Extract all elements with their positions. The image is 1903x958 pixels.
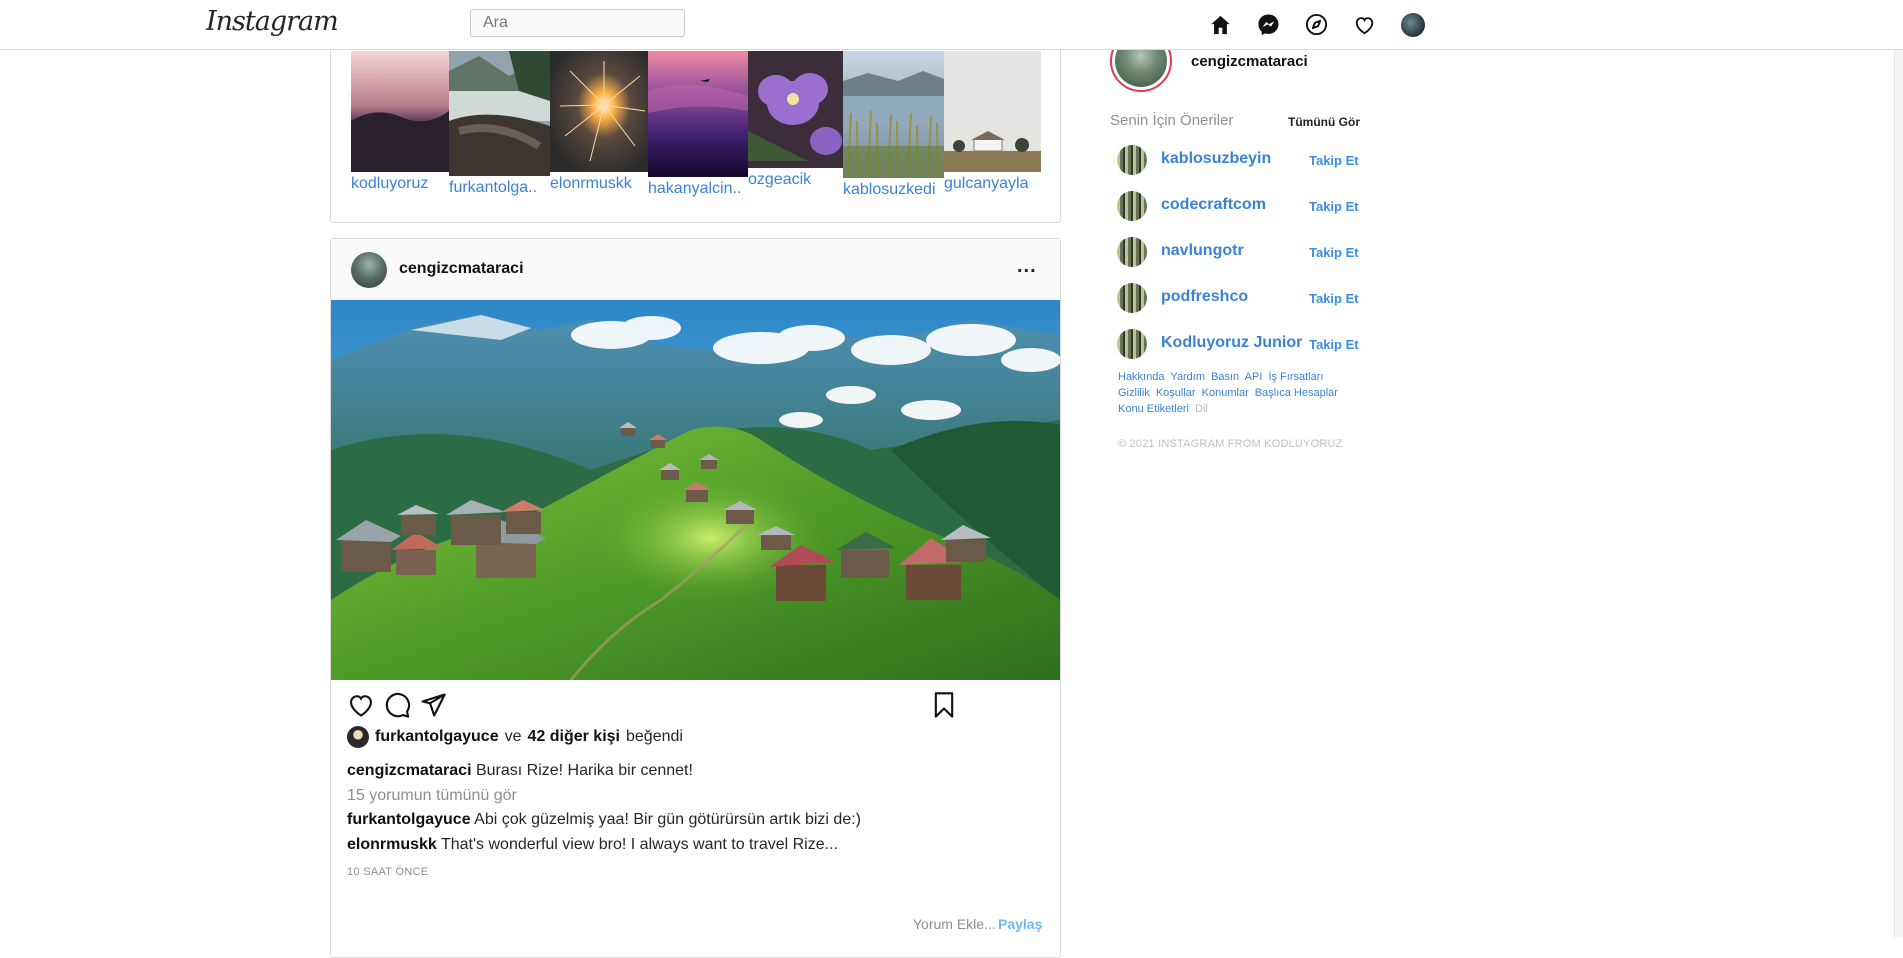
suggestions-title: Senin İçin Öneriler bbox=[1110, 112, 1234, 129]
footer-link[interactable]: Hakkında bbox=[1118, 371, 1164, 383]
suggestion-username[interactable]: Kodluyoruz Junior bbox=[1161, 334, 1302, 352]
comment-username[interactable]: furkantolgayuce bbox=[347, 811, 471, 828]
story-thumbnail[interactable] bbox=[843, 51, 944, 178]
suggestion-avatar[interactable] bbox=[1117, 191, 1147, 221]
follow-button[interactable]: Takip Et bbox=[1309, 245, 1359, 260]
footer-link[interactable]: Başlıca Hesaplar bbox=[1255, 387, 1338, 399]
story-username[interactable]: kodluyoruz bbox=[351, 175, 428, 193]
like-heart-icon[interactable] bbox=[347, 691, 375, 719]
current-user-username[interactable]: cengizcmataraci bbox=[1191, 53, 1308, 70]
story-thumbnail[interactable] bbox=[550, 51, 648, 172]
search-input[interactable] bbox=[470, 9, 685, 37]
follow-button[interactable]: Takip Et bbox=[1309, 291, 1359, 306]
post-timestamp: 10 SAAT ÖNCE bbox=[347, 866, 429, 878]
post-author-username[interactable]: cengizcmataraci bbox=[399, 260, 524, 278]
suggestion-item: navlungotr Takip Et bbox=[1117, 235, 1361, 269]
nav-icons bbox=[1208, 12, 1425, 37]
footer-link[interactable]: Gizlilik bbox=[1118, 387, 1150, 399]
story-username[interactable]: kablosuzkedi bbox=[843, 181, 936, 199]
suggestion-username[interactable]: navlungotr bbox=[1161, 242, 1244, 260]
follow-button[interactable]: Takip Et bbox=[1309, 199, 1359, 214]
story-username[interactable]: hakanyalcin.. bbox=[648, 180, 741, 198]
story-item[interactable]: elonrmuskk bbox=[550, 51, 648, 192]
story-username[interactable]: elonrmuskk bbox=[550, 175, 632, 193]
follow-button[interactable]: Takip Et bbox=[1309, 153, 1359, 168]
footer-link[interactable]: İş Fırsatları bbox=[1268, 371, 1323, 383]
story-item[interactable]: kablosuzkedi bbox=[843, 51, 944, 198]
likes-summary: furkantolgayuce ve 42 diğer kişi beğendi bbox=[347, 726, 683, 748]
footer-link[interactable]: Yardım bbox=[1170, 371, 1205, 383]
footer-links: Hakkında Yardım Basın API İş Fırsatları … bbox=[1118, 369, 1343, 417]
story-item[interactable]: hakanyalcin.. bbox=[648, 51, 748, 197]
explore-icon[interactable] bbox=[1304, 12, 1329, 37]
story-item[interactable]: gulcanyayla bbox=[944, 51, 1041, 192]
story-thumbnail[interactable] bbox=[748, 51, 843, 168]
story-item[interactable]: kodluyoruz bbox=[351, 51, 449, 192]
feed-post: cengizcmataraci ... furkantolgayuce ve 4… bbox=[330, 238, 1061, 958]
top-navigation: Instagram bbox=[0, 0, 1903, 50]
comment-item: furkantolgayuce Abi çok güzelmiş yaa! Bi… bbox=[347, 811, 861, 829]
post-image[interactable] bbox=[331, 300, 1060, 680]
story-username[interactable]: furkantolga.. bbox=[449, 179, 537, 197]
view-all-comments-link[interactable]: 15 yorumun tümünü gör bbox=[347, 787, 517, 805]
page-scrollbar[interactable] bbox=[1894, 50, 1903, 937]
post-author-avatar[interactable] bbox=[351, 252, 387, 288]
story-item[interactable]: furkantolga.. bbox=[449, 51, 550, 196]
profile-avatar[interactable] bbox=[1400, 12, 1425, 37]
footer-link[interactable]: Basın bbox=[1211, 371, 1239, 383]
copyright-text: © 2021 INSTAGRAM FROM KODLUYORUZ bbox=[1118, 438, 1343, 450]
footer-link[interactable]: Konu Etiketleri bbox=[1118, 403, 1189, 415]
messenger-icon[interactable] bbox=[1256, 12, 1281, 37]
stories-bar: kodluyoruz furkantolga.. elonrmuskk haka… bbox=[330, 30, 1061, 223]
share-direct-icon[interactable] bbox=[419, 691, 447, 719]
more-options-icon[interactable]: ... bbox=[1017, 255, 1037, 278]
comment-text: Abi çok güzelmiş yaa! Bir gün götürürsün… bbox=[474, 811, 861, 828]
liker-avatar[interactable] bbox=[347, 726, 369, 748]
suggestion-item: Kodluyoruz Junior Takip Et bbox=[1117, 327, 1361, 361]
suggestion-username[interactable]: kablosuzbeyin bbox=[1161, 150, 1271, 168]
suggestion-avatar[interactable] bbox=[1117, 145, 1147, 175]
post-comment-button[interactable]: Paylaş bbox=[998, 916, 1042, 932]
post-actions bbox=[347, 691, 1047, 721]
suggestion-avatar[interactable] bbox=[1117, 329, 1147, 359]
footer-link-language[interactable]: Dil bbox=[1195, 403, 1208, 415]
post-header: cengizcmataraci ... bbox=[331, 239, 1060, 299]
story-username[interactable]: gulcanyayla bbox=[944, 175, 1029, 193]
story-thumbnail[interactable] bbox=[351, 51, 449, 172]
footer-link[interactable]: Koşullar bbox=[1156, 387, 1196, 399]
story-thumbnail[interactable] bbox=[944, 51, 1041, 172]
suggestion-item: codecraftcom Takip Et bbox=[1117, 189, 1361, 223]
comment-text: That's wonderful view bro! I always want… bbox=[440, 836, 838, 853]
likes-suffix: beğendi bbox=[626, 728, 683, 745]
story-thumbnail[interactable] bbox=[449, 51, 550, 176]
liker-username[interactable]: furkantolgayuce bbox=[375, 728, 499, 746]
see-all-link[interactable]: Tümünü Gör bbox=[1288, 115, 1360, 129]
save-bookmark-icon[interactable] bbox=[930, 691, 958, 719]
post-caption: cengizcmataraci Burası Rize! Harika bir … bbox=[347, 762, 693, 780]
footer-link[interactable]: API bbox=[1245, 371, 1263, 383]
suggestion-username[interactable]: codecraftcom bbox=[1161, 196, 1266, 214]
likes-others[interactable]: 42 diğer kişi bbox=[528, 728, 621, 746]
comment-item: elonrmuskk That's wonderful view bro! I … bbox=[347, 836, 838, 854]
heart-icon[interactable] bbox=[1352, 12, 1377, 37]
suggestion-avatar[interactable] bbox=[1117, 283, 1147, 313]
caption-username[interactable]: cengizcmataraci bbox=[347, 762, 472, 779]
follow-button[interactable]: Takip Et bbox=[1309, 337, 1359, 352]
likes-connector: ve bbox=[504, 728, 522, 745]
suggestion-username[interactable]: podfreshco bbox=[1161, 288, 1248, 306]
suggestion-avatar[interactable] bbox=[1117, 237, 1147, 267]
caption-text: Burası Rize! Harika bir cennet! bbox=[475, 762, 693, 779]
add-comment-input[interactable]: Yorum Ekle... bbox=[913, 916, 996, 932]
story-username[interactable]: ozgeacik bbox=[748, 171, 811, 189]
instagram-logo[interactable]: Instagram bbox=[206, 6, 339, 37]
story-item[interactable]: ozgeacik bbox=[748, 51, 843, 188]
suggestion-item: kablosuzbeyin Takip Et bbox=[1117, 143, 1361, 177]
comment-icon[interactable] bbox=[383, 691, 411, 719]
footer-link[interactable]: Konumlar bbox=[1202, 387, 1249, 399]
comment-username[interactable]: elonrmuskk bbox=[347, 836, 437, 853]
suggestion-item: podfreshco Takip Et bbox=[1117, 281, 1361, 315]
home-icon[interactable] bbox=[1208, 12, 1233, 37]
story-thumbnail[interactable] bbox=[648, 51, 748, 177]
